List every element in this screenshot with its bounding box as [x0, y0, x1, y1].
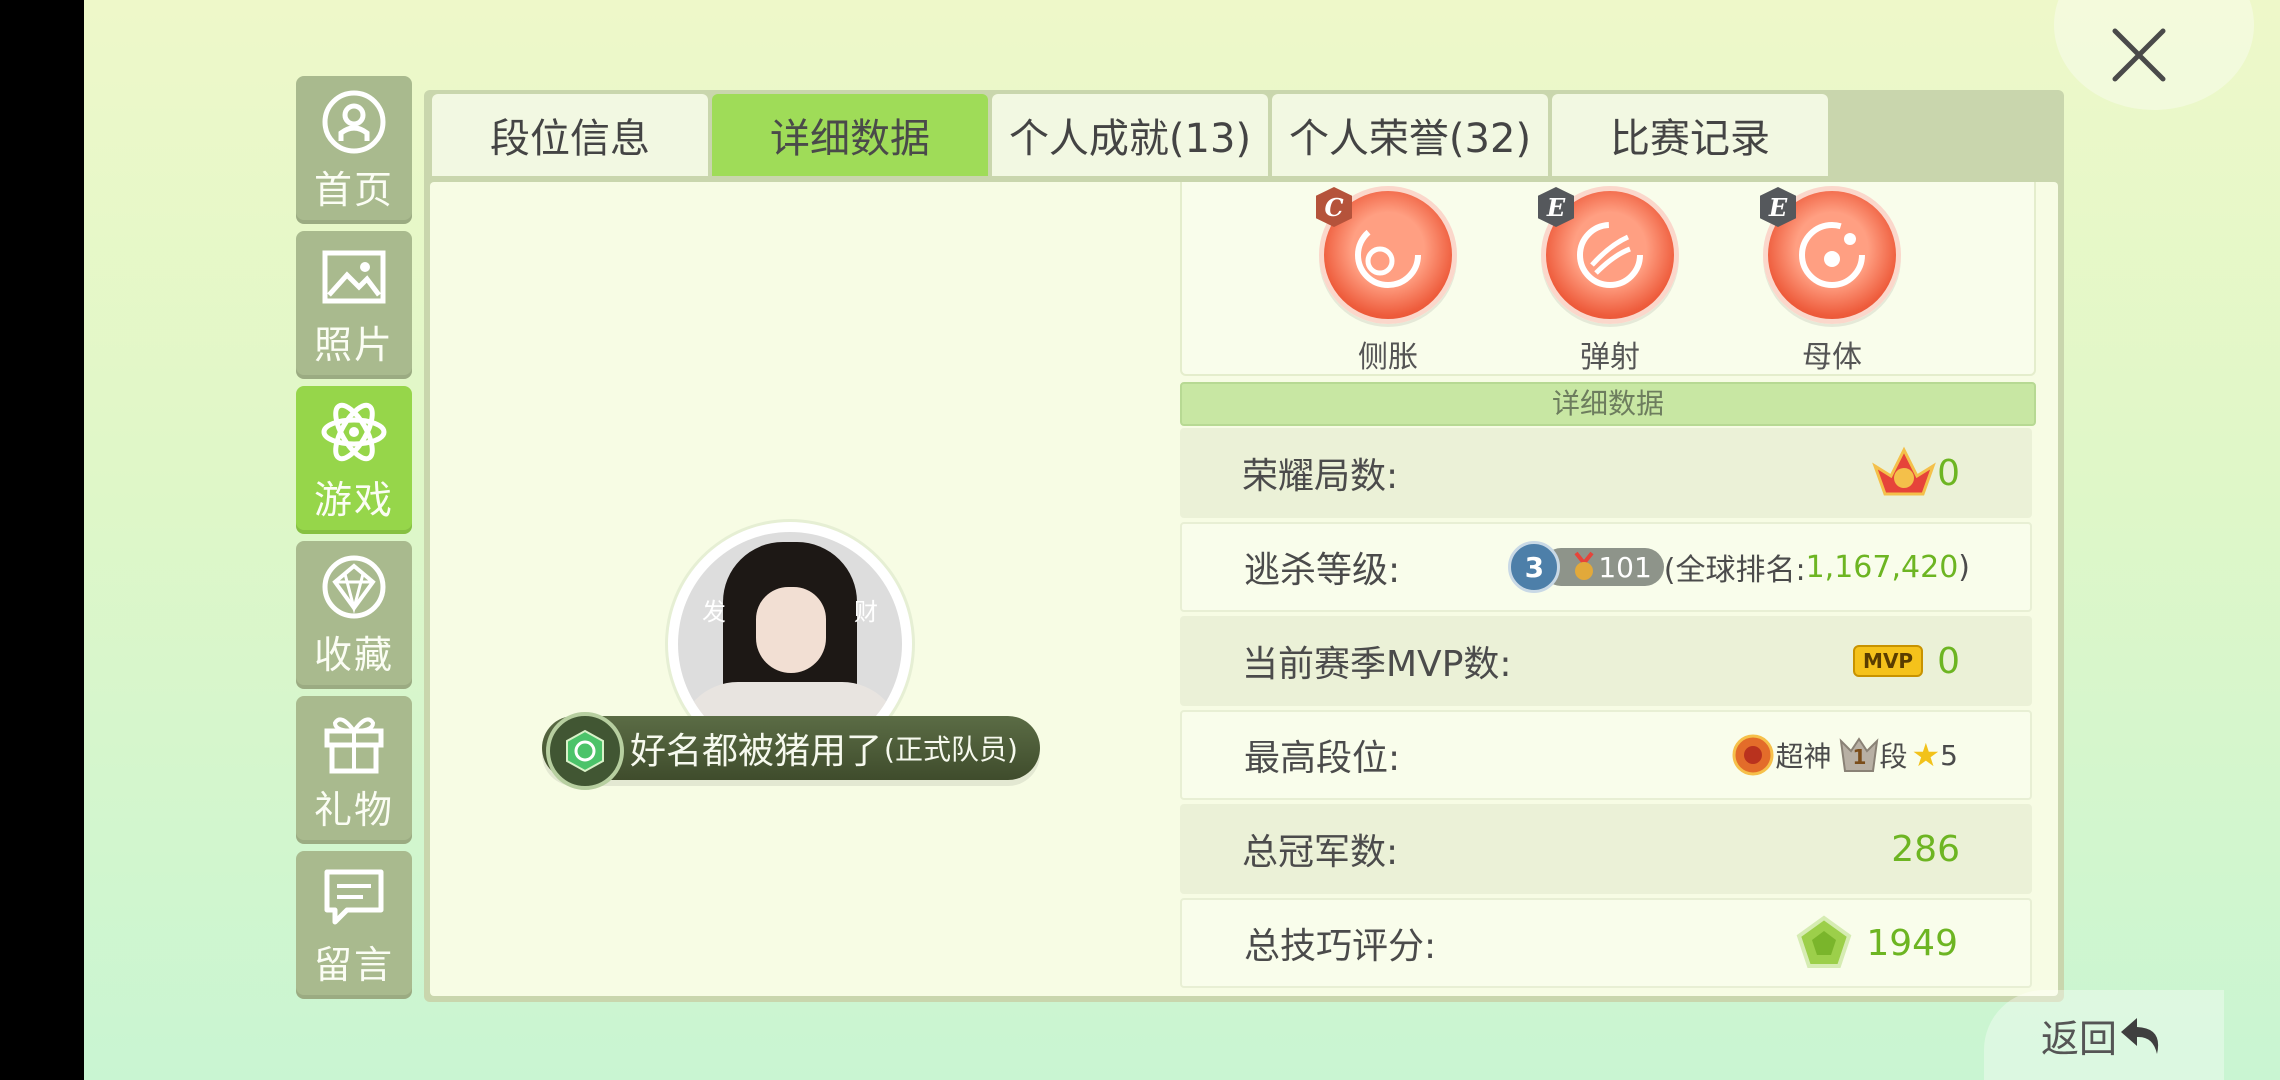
back-label: 返回	[2040, 1016, 2117, 1061]
main-panel: 段位信息 详细数据 个人成就(13) 个人荣誉(32) 比赛记录 发 财 好名都…	[424, 90, 2064, 1002]
team-badge-icon	[546, 712, 624, 790]
sidebar-item-label: 首页	[313, 167, 394, 212]
gift-icon	[319, 707, 389, 777]
stat-label: 荣耀局数:	[1242, 456, 1399, 497]
stat-value: 0	[1937, 452, 1960, 494]
stat-value: 1949	[1866, 922, 1958, 964]
sidebar-item-label: 照片	[313, 322, 394, 367]
stat-label: 当前赛季MVP数:	[1242, 644, 1512, 685]
segment-number: 1	[1852, 745, 1867, 769]
sidebar-item-photos[interactable]: 照片	[296, 231, 412, 379]
stat-row-champions: 总冠军数: 286	[1180, 804, 2032, 894]
super-god-rank-icon	[1732, 734, 1774, 776]
avatar-text-right: 财	[854, 598, 878, 626]
sidebar-item-gifts[interactable]: 礼物	[296, 696, 412, 844]
escape-level-number: 101	[1598, 550, 1652, 584]
tab-bar: 段位信息 详细数据 个人成就(13) 个人荣誉(32) 比赛记录	[432, 94, 1832, 178]
skill-name: 母体	[1802, 340, 1862, 375]
stat-value-group: 3 101 (全球排名: 1,167,420 )	[1508, 541, 1970, 593]
stat-row-highest-rank: 最高段位: 超神 1 段 ★ 5	[1180, 710, 2032, 800]
skill-name: 侧胀	[1358, 340, 1418, 375]
skill-orb-icon: E	[1538, 186, 1679, 324]
skill-score-pentagon-icon	[1797, 915, 1852, 968]
star-count: 5	[1940, 738, 1958, 772]
skill-orb-icon: C	[1316, 186, 1457, 324]
star-icon: ★	[1911, 736, 1941, 774]
stat-label: 最高段位:	[1244, 738, 1401, 779]
skill-orb-icon: E	[1760, 186, 1901, 324]
skill-grade: E	[1760, 187, 1796, 227]
stat-row-escape-level: 逃杀等级: 3 101 (全球排名: 1,167,420 )	[1180, 522, 2032, 612]
tab-detailed-data[interactable]: 详细数据	[712, 94, 988, 176]
section-title: 详细数据	[1180, 382, 2036, 426]
sidebar-item-label: 游戏	[313, 477, 394, 522]
skill-grade: E	[1538, 187, 1574, 227]
nickname: 好名都被猪用了	[630, 731, 883, 772]
stat-label: 总冠军数:	[1242, 832, 1399, 873]
skill-grade: C	[1316, 187, 1352, 227]
segment-icon: 1	[1839, 735, 1879, 775]
sidebar-item-messages[interactable]: 留言	[296, 851, 412, 999]
sidebar: 首页 照片 游戏 收藏 礼物 留言	[296, 76, 412, 1006]
tab-achievements[interactable]: 个人成就(13)	[992, 94, 1268, 176]
stat-row-mvp: 当前赛季MVP数: MVP 0	[1180, 616, 2032, 706]
game-profile-screen: 首页 照片 游戏 收藏 礼物 留言 段位信息 详细数据 个人成就(13) 个人荣…	[84, 0, 2280, 1080]
stat-value-group: 1949	[1796, 915, 1958, 971]
close-icon	[2112, 28, 2166, 82]
skill-list: C 侧胀 E 弹射 E 母体	[1180, 182, 2036, 376]
sidebar-item-home[interactable]: 首页	[296, 76, 412, 224]
return-arrow-icon	[2121, 1018, 2159, 1054]
sidebar-item-favorites[interactable]: 收藏	[296, 541, 412, 689]
segment-label: 段	[1879, 740, 1908, 773]
stat-value-group: MVP 0	[1853, 641, 1960, 682]
tab-rank-info[interactable]: 段位信息	[432, 94, 708, 176]
skill-item[interactable]: E 弹射	[1530, 182, 1690, 376]
sidebar-item-label: 留言	[313, 942, 394, 987]
stat-value-group: 286	[1891, 829, 1960, 870]
avatar-text-left: 发	[702, 598, 726, 626]
tab-content: 发 财 好名都被猪用了 (正式队员) C 侧胀 E 弹射 E 母体 详细数据 荣…	[430, 182, 2058, 996]
tier-icon: 3	[1508, 541, 1561, 593]
stat-value: 286	[1891, 828, 1960, 870]
skill-item[interactable]: E 母体	[1752, 182, 1912, 376]
stat-value-group: 0	[1871, 446, 1960, 500]
home-icon	[319, 87, 389, 157]
skill-name: 弹射	[1580, 340, 1640, 375]
atom-icon	[319, 397, 389, 467]
message-icon	[319, 862, 389, 932]
stat-value: 0	[1937, 640, 1960, 682]
tab-honors[interactable]: 个人荣誉(32)	[1272, 94, 1548, 176]
mvp-badge-icon: MVP	[1853, 645, 1924, 677]
sidebar-item-label: 收藏	[313, 632, 394, 677]
rank-name: 超神	[1775, 740, 1832, 773]
medal-icon	[1574, 551, 1594, 580]
stat-label: 总技巧评分:	[1244, 926, 1437, 967]
stat-label: 逃杀等级:	[1244, 550, 1401, 591]
sidebar-item-label: 礼物	[313, 787, 394, 832]
member-role: (正式队员)	[884, 733, 1018, 766]
stat-row-glory-games: 荣耀局数: 0	[1180, 428, 2032, 518]
level-pill: 101	[1542, 548, 1664, 586]
skill-item[interactable]: C 侧胀	[1308, 182, 1468, 376]
photo-icon	[319, 242, 389, 312]
stat-value-group: 超神 1 段 ★ 5	[1731, 733, 1958, 777]
global-rank-value: 1,167,420	[1805, 549, 1959, 585]
global-rank-prefix: (全球排名:	[1663, 553, 1806, 588]
global-rank-suffix: )	[1958, 549, 1970, 585]
close-button[interactable]	[2054, 0, 2254, 110]
glory-crest-icon	[1872, 446, 1936, 496]
diamond-icon	[319, 552, 389, 622]
escape-level-badge: 3 101	[1508, 541, 1664, 593]
tab-match-records[interactable]: 比赛记录	[1552, 94, 1828, 176]
avatar-face	[756, 587, 826, 673]
nickname-badge: 好名都被猪用了 (正式队员)	[542, 712, 1040, 790]
stat-row-skill-score: 总技巧评分: 1949	[1180, 898, 2032, 988]
sidebar-item-game[interactable]: 游戏	[296, 386, 412, 534]
back-button[interactable]: 返回	[1984, 990, 2224, 1080]
